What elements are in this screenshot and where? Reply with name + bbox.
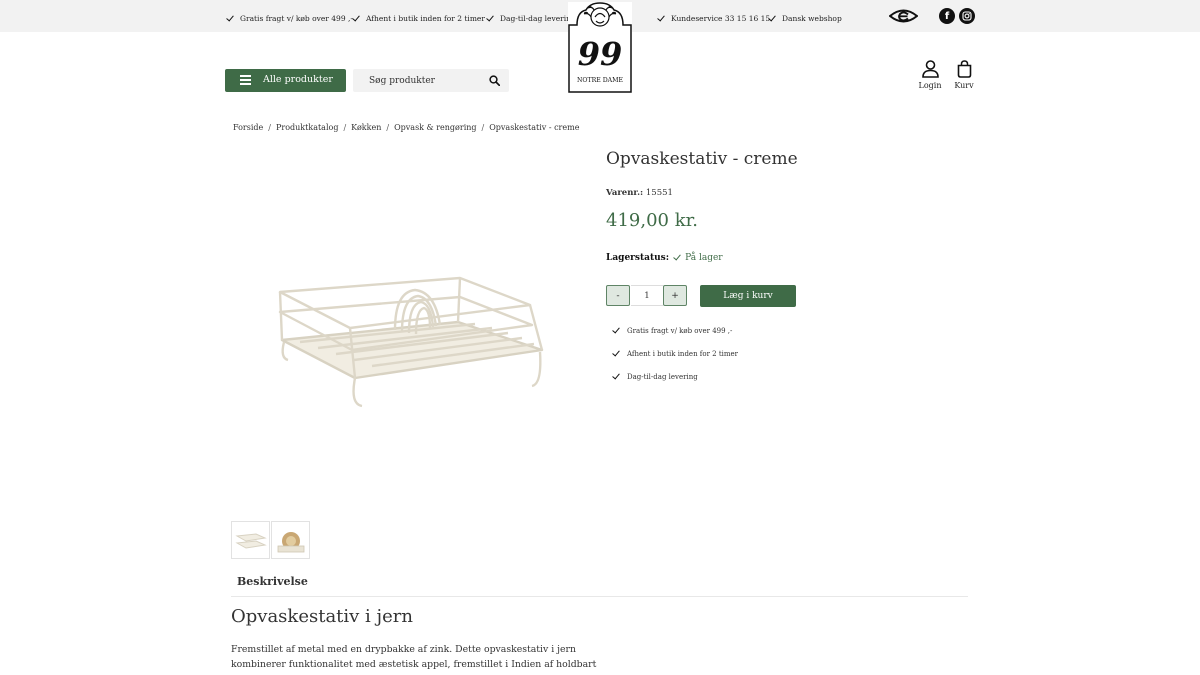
check-icon — [612, 372, 621, 381]
product-usp: Afhent i butik inden for 2 timer — [612, 349, 738, 358]
usp-customer-service: Kundeservice 33 15 16 15 — [657, 14, 770, 23]
product-title: Opvaskestativ - creme — [606, 149, 798, 169]
product-usp-label: Afhent i butik inden for 2 timer — [627, 349, 739, 358]
description-body: Fremstillet af metal med en drypbakke af… — [231, 644, 597, 675]
stock-value: På lager — [685, 253, 723, 263]
quantity-input[interactable] — [631, 285, 663, 306]
usp-label: Dansk webshop — [782, 14, 842, 23]
facebook-icon[interactable]: f — [939, 8, 955, 24]
thumbnail-2[interactable] — [271, 521, 310, 559]
breadcrumb-item[interactable]: Forside — [233, 123, 263, 132]
check-icon — [226, 14, 235, 23]
cart-label: Kurv — [954, 81, 974, 90]
breadcrumb-item[interactable]: Produktkatalog — [276, 123, 338, 132]
thumbnail-1[interactable] — [231, 521, 270, 559]
shopping-bag-icon — [957, 60, 971, 78]
product-usp: Dag-til-dag levering — [612, 372, 698, 381]
usp-free-shipping: Gratis fragt v/ køb over 499 ,- — [226, 14, 353, 23]
menu-icon — [240, 75, 251, 85]
check-icon — [352, 14, 361, 23]
e-maerket-icon[interactable] — [889, 7, 918, 25]
logo-number: 99 — [578, 35, 623, 73]
login-label: Login — [918, 81, 942, 90]
breadcrumb: Forside / Produktkatalog / Køkken / Opvask & r… — [233, 123, 580, 132]
tab-divider — [231, 596, 968, 597]
tab-description[interactable]: Beskrivelse — [237, 575, 308, 588]
usp-danish-webshop: Dansk webshop — [768, 14, 842, 23]
check-icon — [486, 14, 495, 23]
product-usp-label: Gratis fragt v/ køb over 499 ,- — [627, 326, 733, 335]
quantity-increase-button[interactable]: + — [663, 285, 687, 306]
check-icon — [673, 254, 681, 262]
product-image[interactable] — [270, 270, 550, 415]
sku-label: Varenr.: — [606, 188, 644, 198]
add-to-cart-button[interactable]: Læg i kurv — [700, 285, 796, 307]
usp-label: Gratis fragt v/ køb over 499 ,- — [240, 14, 353, 23]
check-icon — [612, 349, 621, 358]
search-icon[interactable] — [489, 75, 500, 86]
all-products-label: Alle produkter — [263, 74, 333, 85]
check-icon — [768, 14, 777, 23]
stock-status: Lagerstatus: På lager — [606, 253, 723, 263]
search-input[interactable] — [353, 69, 483, 92]
quantity-decrease-button[interactable]: - — [606, 285, 630, 306]
check-icon — [657, 14, 666, 23]
breadcrumb-item[interactable]: Køkken — [351, 123, 381, 132]
login-button[interactable]: Login — [915, 60, 945, 90]
product-sku: Varenr.: 15551 — [606, 188, 673, 198]
product-price: 419,00 kr. — [606, 210, 698, 231]
product-usp-label: Dag-til-dag levering — [627, 372, 698, 381]
usp-label: Dag-til-dag levering — [500, 14, 576, 23]
usp-pickup: Afhent i butik inden for 2 timer — [352, 14, 485, 23]
all-products-button[interactable]: Alle produkter — [225, 69, 346, 92]
cart-button[interactable]: Kurv — [949, 60, 979, 90]
description-heading: Opvaskestativ i jern — [231, 606, 413, 627]
instagram-icon[interactable] — [959, 8, 975, 24]
stock-label: Lagerstatus: — [606, 253, 670, 263]
search-box — [353, 69, 509, 92]
usp-delivery: Dag-til-dag levering — [486, 14, 576, 23]
logo-text: NOTRE DAME — [577, 77, 624, 84]
user-icon — [921, 60, 939, 78]
usp-label: Kundeservice 33 15 16 15 — [671, 14, 771, 23]
usp-label: Afhent i butik inden for 2 timer — [366, 14, 485, 23]
breadcrumb-item[interactable]: Opvask & rengøring — [394, 123, 476, 132]
breadcrumb-current: Opvaskestativ - creme — [489, 123, 580, 132]
store-logo[interactable]: 99 NOTRE DAME — [568, 2, 632, 93]
product-usp: Gratis fragt v/ køb over 499 ,- — [612, 326, 732, 335]
sku-value: 15551 — [645, 188, 673, 198]
check-icon — [612, 326, 621, 335]
